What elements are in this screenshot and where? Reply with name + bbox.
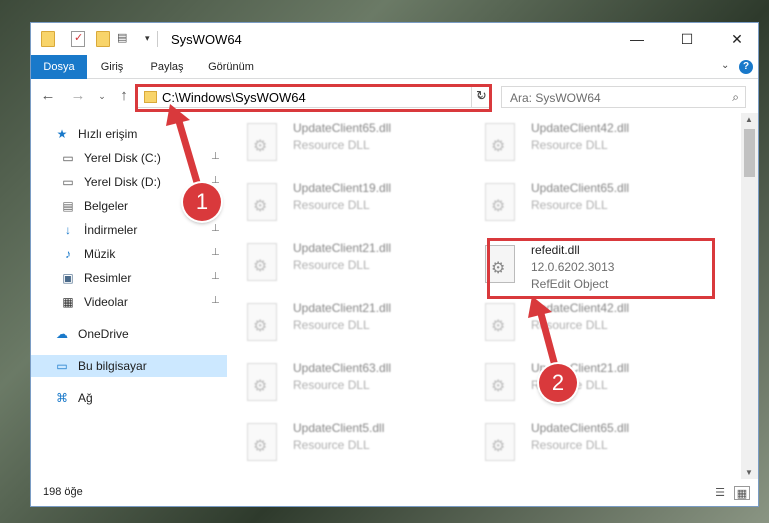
- arrow-1-head: [166, 104, 190, 126]
- arrow-2-head: [528, 296, 552, 318]
- step-badge-1: 1: [183, 183, 221, 221]
- annotation-arrows: [166, 104, 562, 378]
- step-badge-2: 2: [539, 364, 577, 402]
